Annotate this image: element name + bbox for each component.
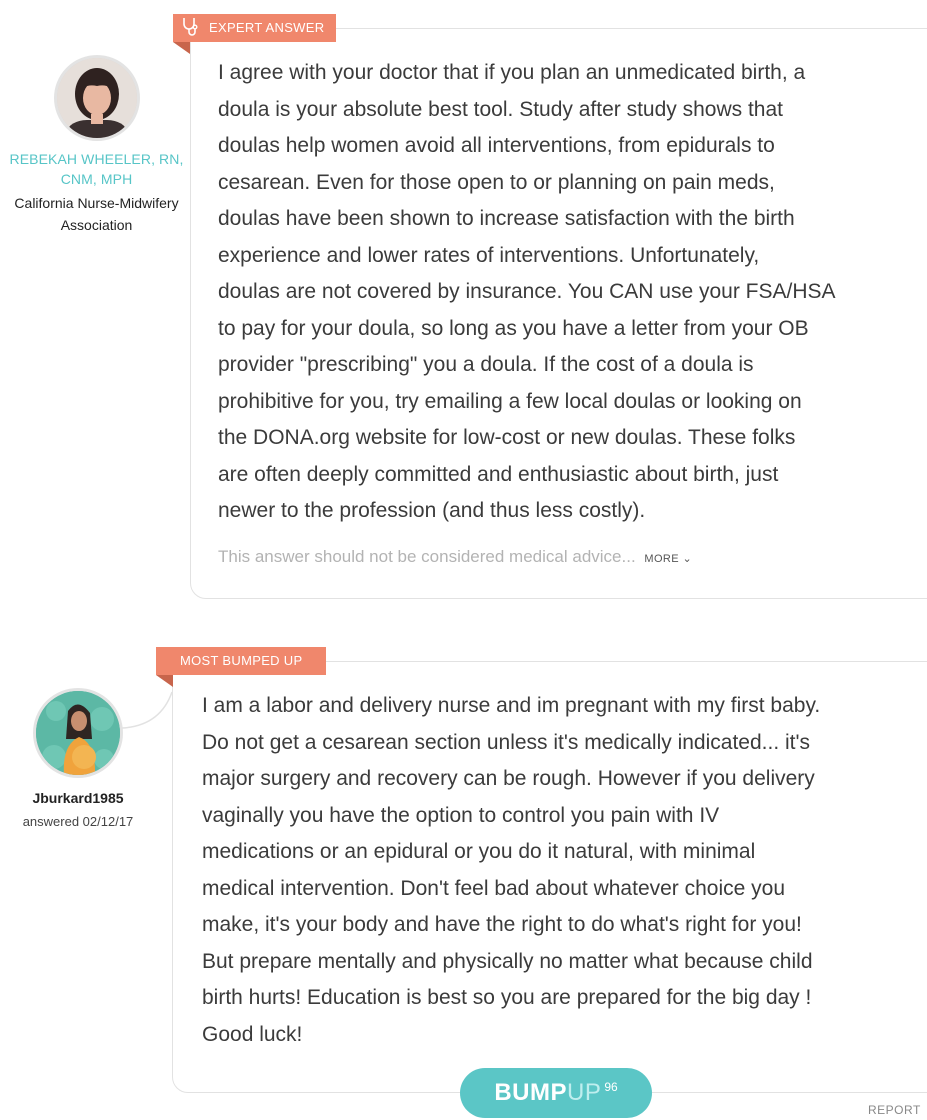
up-label: UP <box>566 1079 602 1106</box>
report-link[interactable]: REPORT <box>868 1103 921 1117</box>
most-bumped-answer-body: I am a labor and delivery nurse and im p… <box>202 694 821 1046</box>
bump-count: 96 <box>604 1080 618 1094</box>
more-label: MORE <box>644 553 680 565</box>
expert-answer-label: EXPERT ANSWER <box>209 20 325 35</box>
badge-fold <box>156 675 173 687</box>
expert-answer-badge: EXPERT ANSWER <box>173 14 337 42</box>
disclaimer: This answer should not be considered med… <box>218 544 692 572</box>
disclaimer-text: This answer should not be considered med… <box>218 547 636 566</box>
answered-date: answered 02/12/17 <box>22 814 134 829</box>
user-avatar[interactable] <box>33 688 123 778</box>
most-bumped-badge: MOST BUMPED UP <box>156 647 327 675</box>
bump-up-button[interactable]: BUMP UP 96 <box>460 1068 652 1118</box>
user-author-name[interactable]: Jburkard1985 <box>0 788 156 808</box>
expert-avatar[interactable] <box>54 55 140 141</box>
connector-curve <box>121 691 173 729</box>
expert-author-name[interactable]: REBEKAH WHEELER, RN, CNM, MPH <box>0 149 193 189</box>
most-bumped-label: MOST BUMPED UP <box>180 653 303 668</box>
expert-author-org: California Nurse-Midwifery Association <box>14 195 179 233</box>
badge-fold <box>173 42 190 54</box>
bump-label: BUMP <box>494 1079 567 1106</box>
stethoscope-icon <box>181 17 199 37</box>
more-link[interactable]: MORE ⌄ <box>644 553 692 565</box>
expert-answer-body: I agree with your doctor that if you pla… <box>218 61 836 522</box>
chevron-down-icon: ⌄ <box>679 553 693 565</box>
